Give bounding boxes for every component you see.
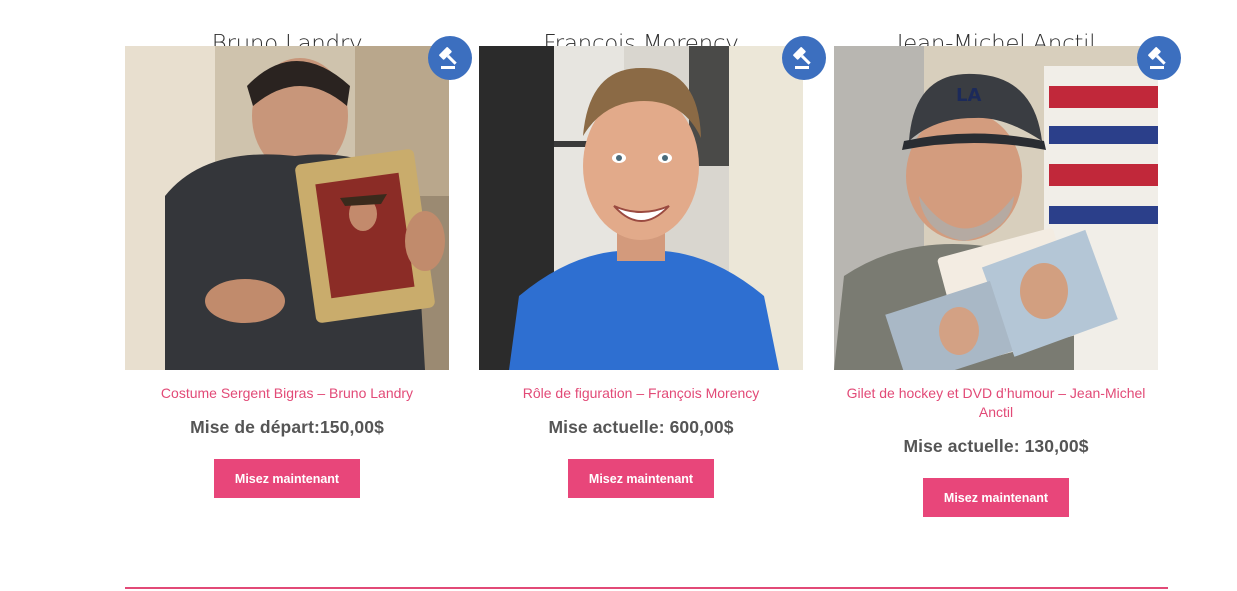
product-card: Bruno Landry Costume Sergent Bigras – Br… (125, 0, 472, 498)
auction-badge[interactable] (782, 36, 826, 80)
bid-now-button[interactable]: Misez maintenant (214, 459, 360, 498)
product-link[interactable]: Costume Sergent Bigras – Bruno Landry (135, 384, 439, 403)
product-title: Bruno Landry (211, 31, 363, 57)
product-title: Jean-Michel Anctil (896, 31, 1096, 57)
price-label: Mise de départ:150,00$ (190, 417, 384, 437)
product-image[interactable] (479, 46, 803, 370)
product-card: François Morency Rôle de figuration – Fr… (479, 0, 826, 498)
section-divider (125, 587, 1168, 589)
product-card: Jean-Michel Anctil LA Gilet de hockey et… (834, 0, 1181, 517)
auction-product-grid: Bruno Landry Costume Sergent Bigras – Br… (0, 0, 1237, 591)
auction-badge[interactable] (428, 36, 472, 80)
product-link[interactable]: Gilet de hockey et DVD d’humour – Jean-M… (844, 384, 1148, 422)
svg-text:LA: LA (956, 85, 981, 106)
auction-gavel-icon (793, 47, 811, 69)
product-title: François Morency (543, 31, 739, 57)
product-link[interactable]: Rôle de figuration – François Morency (489, 384, 793, 403)
bid-now-button[interactable]: Misez maintenant (923, 478, 1069, 517)
product-image[interactable]: LA (834, 46, 1158, 370)
auction-gavel-icon (1148, 47, 1166, 69)
portrait-photo (479, 46, 803, 370)
price-label: Mise actuelle: 600,00$ (548, 417, 734, 437)
auction-gavel-icon (439, 47, 457, 69)
bid-now-button[interactable]: Misez maintenant (568, 459, 714, 498)
portrait-photo (125, 46, 449, 370)
auction-badge[interactable] (1137, 36, 1181, 80)
portrait-photo: LA (834, 46, 1158, 370)
price-label: Mise actuelle: 130,00$ (903, 436, 1089, 456)
product-image[interactable] (125, 46, 449, 370)
